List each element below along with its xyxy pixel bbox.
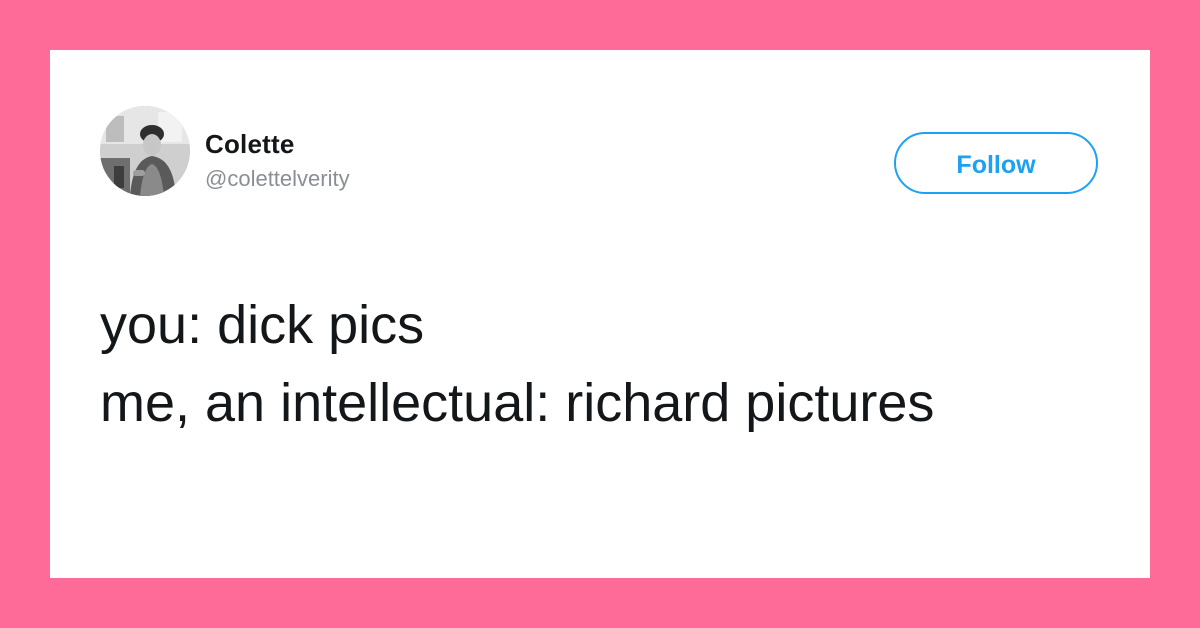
profile-photo-icon — [100, 106, 190, 196]
display-name[interactable]: Colette — [205, 129, 295, 159]
avatar[interactable] — [100, 106, 190, 196]
tweet-line-2: me, an intellectual: richard pictures — [100, 373, 935, 433]
user-handle[interactable]: @colettelverity — [205, 166, 350, 192]
tweet-card: Colette @colettelverity Follow you: dick… — [50, 50, 1150, 578]
tweet-line-1: you: dick pics — [100, 295, 425, 355]
follow-button[interactable]: Follow — [894, 132, 1098, 194]
tweet-text: you: dick pics me, an intellectual: rich… — [100, 286, 1110, 442]
pink-frame: Colette @colettelverity Follow you: dick… — [0, 0, 1200, 628]
